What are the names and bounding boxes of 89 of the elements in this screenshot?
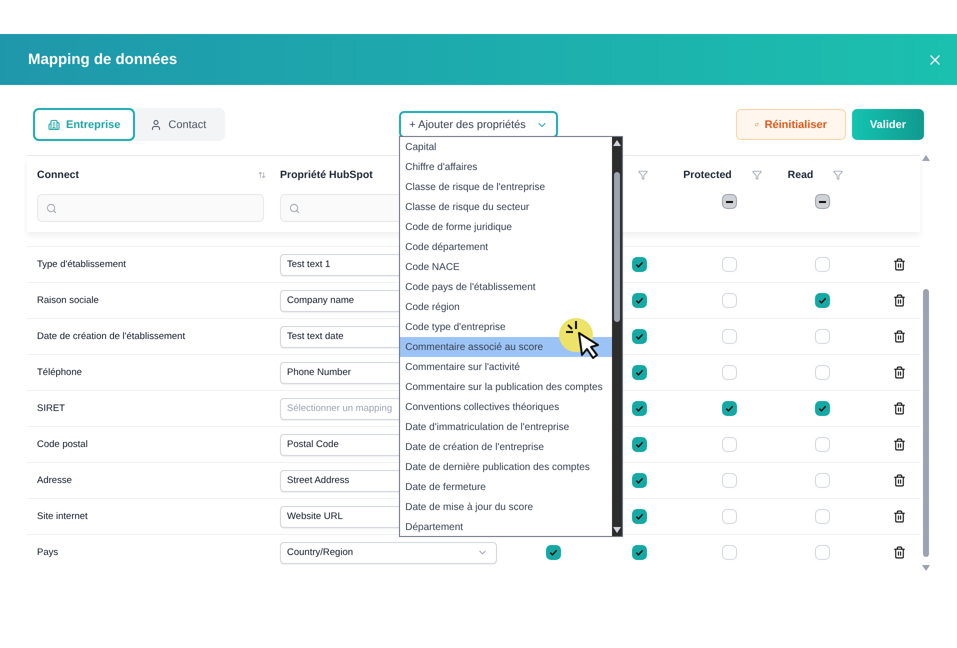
checkbox[interactable] <box>632 509 647 524</box>
checkbox[interactable] <box>722 401 737 416</box>
checkbox[interactable] <box>815 257 830 272</box>
delete-button[interactable] <box>893 510 906 523</box>
check-icon <box>635 332 644 341</box>
check-icon <box>818 404 827 413</box>
check-icon <box>725 404 734 413</box>
table-cell-text: Pays <box>37 547 60 558</box>
table-cell-text: SIRET <box>37 403 66 414</box>
table-cell-text: Type d'établissement <box>37 259 127 270</box>
check-icon <box>635 548 644 557</box>
column-header: Propriété HubSpot <box>280 169 373 181</box>
column-header: Protected <box>683 169 732 181</box>
trash-icon <box>893 402 906 415</box>
scroll-down-icon[interactable] <box>613 527 622 533</box>
check-icon <box>635 440 644 449</box>
trash-icon <box>893 294 906 307</box>
search-field[interactable] <box>37 194 264 222</box>
checkbox[interactable] <box>815 365 830 380</box>
dialog-title: Mapping de données <box>28 51 178 68</box>
checkbox[interactable] <box>632 401 647 416</box>
checkbox[interactable] <box>815 437 830 452</box>
trash-icon <box>893 366 906 379</box>
header-checkbox[interactable] <box>722 194 737 209</box>
table-cell-text: Date de création de l'établissement <box>37 331 186 342</box>
delete-button[interactable] <box>893 330 906 343</box>
checkbox[interactable] <box>632 257 647 272</box>
trash-icon <box>893 258 906 271</box>
mapping-select[interactable]: Country/Region <box>280 542 497 564</box>
checkbox[interactable] <box>815 545 830 560</box>
reset-button[interactable]: Réinitialiser <box>736 109 846 140</box>
checkbox[interactable] <box>722 293 737 308</box>
delete-button[interactable] <box>893 438 906 451</box>
delete-button[interactable] <box>893 366 906 379</box>
delete-button[interactable] <box>893 402 906 415</box>
check-icon <box>818 296 827 305</box>
checkbox[interactable] <box>722 437 737 452</box>
check-icon <box>635 368 644 377</box>
person-icon <box>150 118 162 130</box>
menu-scrollbar[interactable] <box>612 137 622 536</box>
trash-icon <box>893 438 906 451</box>
checkbox[interactable] <box>632 293 647 308</box>
dash-icon <box>819 200 826 202</box>
table-cell-text: Téléphone <box>37 367 83 378</box>
check-icon <box>548 548 558 557</box>
column-header: Connect <box>37 169 79 181</box>
search-icon <box>46 202 57 214</box>
checkbox[interactable] <box>815 473 830 488</box>
checkbox[interactable] <box>722 365 737 380</box>
check-icon <box>635 260 644 269</box>
checkbox[interactable] <box>722 473 737 488</box>
tab[interactable]: Contact <box>135 108 222 141</box>
checkbox[interactable] <box>632 545 647 560</box>
table-cell-text: Raison sociale <box>37 295 100 306</box>
trash-icon <box>893 546 906 559</box>
delete-button[interactable] <box>893 546 906 559</box>
check-icon <box>635 476 644 485</box>
dash-icon <box>726 200 733 202</box>
checkbox[interactable] <box>722 329 737 344</box>
checkbox[interactable] <box>722 509 737 524</box>
check-icon <box>635 296 644 305</box>
column-header: Read <box>788 169 814 181</box>
table-cell-text: Code postal <box>37 439 89 450</box>
delete-button[interactable] <box>893 258 906 271</box>
checkbox[interactable] <box>546 545 560 560</box>
check-icon <box>635 512 644 521</box>
table-cell-text: Adresse <box>37 475 73 486</box>
checkbox[interactable] <box>815 329 830 344</box>
checkbox[interactable] <box>632 437 647 452</box>
checkbox[interactable] <box>815 293 830 308</box>
trash-icon <box>893 330 906 343</box>
checkbox[interactable] <box>632 365 647 380</box>
checkbox[interactable] <box>815 401 830 416</box>
add-properties-dropdown[interactable]: + Ajouter des propriétés <box>399 111 558 138</box>
checkbox[interactable] <box>632 329 647 344</box>
search-icon <box>289 202 300 214</box>
table-cell-text: Site internet <box>37 511 89 522</box>
checkbox[interactable] <box>815 509 830 524</box>
delete-button[interactable] <box>893 294 906 307</box>
header-checkbox[interactable] <box>815 194 830 209</box>
trash-icon <box>893 510 906 523</box>
check-icon <box>635 404 644 413</box>
delete-button[interactable] <box>893 474 906 487</box>
building-icon <box>48 118 60 130</box>
checkbox[interactable] <box>722 257 737 272</box>
trash-icon <box>893 474 906 487</box>
scroll-up-icon[interactable] <box>613 140 622 146</box>
checkbox[interactable] <box>632 473 647 488</box>
checkbox[interactable] <box>722 545 737 560</box>
